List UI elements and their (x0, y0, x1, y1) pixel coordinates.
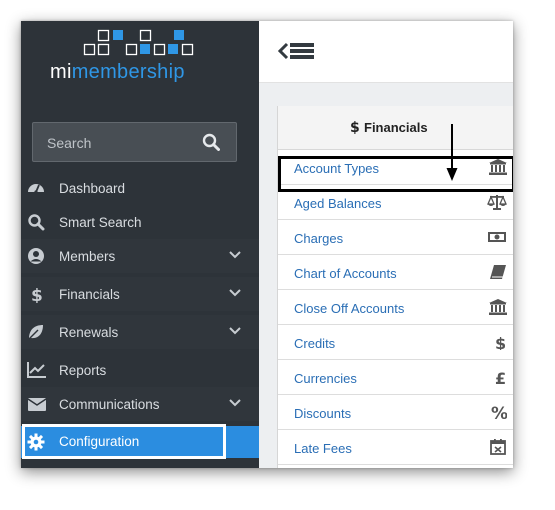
list-item-charges[interactable]: Charges (278, 220, 513, 255)
arrow-down-icon (446, 124, 458, 181)
svg-text:£: £ (495, 369, 506, 385)
list-item-label: Credits (294, 336, 336, 351)
panel-header-label: Financials (364, 120, 428, 135)
sidebar-item-smart-search[interactable]: Smart Search (21, 205, 259, 239)
chevron-down-icon[interactable] (229, 289, 241, 297)
dollar-icon: $ (495, 334, 506, 350)
sidebar-item-label: Communications (59, 396, 160, 412)
svg-text:$: $ (31, 286, 43, 303)
sidebar-item-reports[interactable]: Reports (21, 353, 259, 387)
svg-text:$: $ (495, 334, 506, 350)
search-icon (28, 214, 45, 231)
sidebar-item-label: Configuration (59, 434, 140, 449)
list-item-discounts[interactable]: Discounts % (278, 395, 513, 430)
dashboard-icon (28, 184, 44, 194)
panel-header: $ Financials (278, 106, 513, 150)
list-item-label: Late Fees (294, 441, 352, 456)
dollar-icon: $ (350, 120, 360, 135)
sidebar-item-label: Reports (59, 362, 107, 378)
logo-text-prefix: mi (50, 61, 72, 83)
percent-icon: % (491, 404, 507, 420)
list-item-currencies[interactable]: Currencies £ (278, 360, 513, 395)
book-icon (490, 265, 506, 279)
sidebar-item-dashboard[interactable]: Dashboard (21, 171, 259, 205)
sidebar-item-financials[interactable]: $ Financials (21, 277, 259, 311)
list-item-label: Chart of Accounts (294, 266, 397, 281)
list-item-label: Currencies (294, 371, 357, 386)
app-window: mimembership Search Dashboard Smart Sear… (21, 21, 513, 468)
list-item-label: Charges (294, 231, 344, 246)
search-input[interactable]: Search (32, 122, 237, 162)
sidebar-item-label: Dashboard (59, 180, 126, 196)
list-item-late-fees[interactable]: Late Fees (278, 430, 513, 465)
logo: mimembership (21, 21, 259, 111)
sidebar-item-label: Financials (59, 286, 120, 302)
envelope-icon (27, 398, 47, 411)
chevron-down-icon[interactable] (229, 327, 241, 335)
list-item-close-off-accounts[interactable]: Close Off Accounts (278, 290, 513, 325)
bank-icon (489, 299, 507, 315)
calendar-x-icon (490, 439, 506, 455)
balance-scale-icon (487, 195, 507, 210)
sidebar-item-renewals[interactable]: Renewals (21, 315, 259, 349)
search-placeholder: Search (47, 135, 92, 151)
chevron-down-icon[interactable] (229, 399, 241, 407)
search-icon[interactable] (202, 133, 220, 151)
logo-text: mimembership (50, 61, 185, 84)
svg-text:%: % (491, 404, 507, 420)
gear-icon (27, 433, 45, 451)
svg-text:$: $ (350, 120, 360, 135)
sidebar-item-label: Members (59, 248, 116, 264)
sidebar: mimembership Search Dashboard Smart Sear… (21, 21, 259, 468)
list-item-label: Close Off Accounts (294, 301, 405, 316)
logo-text-suffix: membership (71, 61, 185, 83)
dollar-icon: $ (31, 286, 43, 303)
pound-icon: £ (495, 369, 506, 385)
list-item-label: Discounts (294, 406, 352, 421)
sidebar-item-label: Renewals (59, 324, 119, 340)
line-chart-icon (27, 362, 46, 378)
sidebar-item-label: Smart Search (59, 214, 142, 230)
leaf-icon (28, 325, 43, 340)
sidebar-item-members[interactable]: Members (21, 239, 259, 273)
user-circle-icon (28, 248, 44, 264)
chevron-down-icon[interactable] (229, 251, 241, 259)
collapse-menu-icon[interactable] (278, 40, 316, 62)
main-content: $ Financials Account Types Aged Balances (259, 83, 513, 468)
list-item-label: Aged Balances (294, 196, 382, 211)
topbar (259, 21, 513, 83)
list-item-credits[interactable]: Credits $ (278, 325, 513, 360)
callout-box (278, 156, 513, 192)
money-icon (488, 232, 506, 242)
sidebar-item-communications[interactable]: Communications (21, 387, 259, 421)
sidebar-item-configuration[interactable]: Configuration (21, 424, 259, 459)
list-item-chart-of-accounts[interactable]: Chart of Accounts (278, 255, 513, 290)
logo-squares-icon (83, 29, 194, 56)
